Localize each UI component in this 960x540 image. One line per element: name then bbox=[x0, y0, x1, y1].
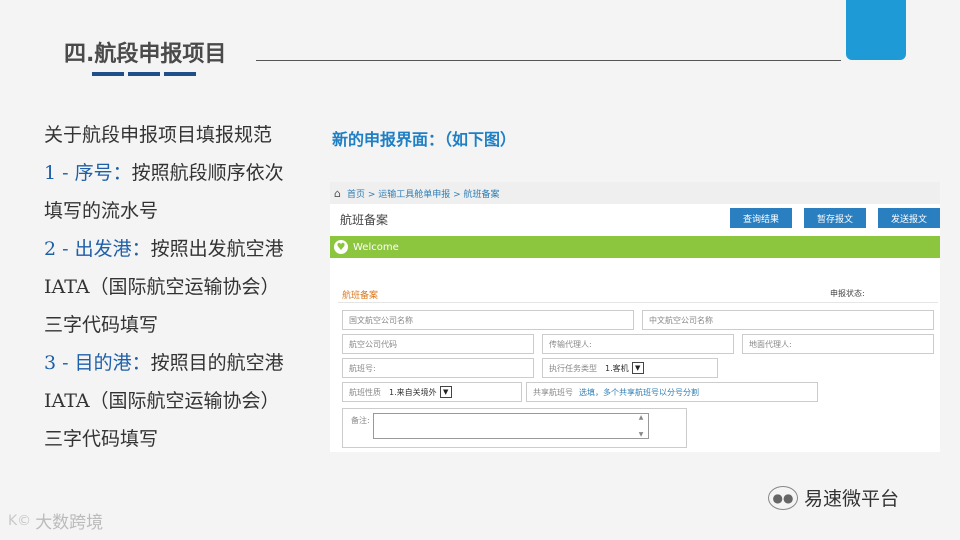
ground-agent-field[interactable]: 地面代理人: bbox=[742, 334, 934, 354]
breadcrumb-path[interactable]: 首页 > 运输工具舱单申报 > 航班备案 bbox=[347, 187, 500, 200]
embedded-screenshot: ⌂ 首页 > 运输工具舱单申报 > 航班备案 航班备案 查询结果 暂存报文 发送… bbox=[330, 182, 940, 452]
field-label: 执行任务类型 bbox=[549, 363, 597, 373]
chevron-down-icon[interactable]: ▼ bbox=[439, 386, 452, 398]
field-placeholder: 地面代理人: bbox=[749, 339, 792, 349]
save-button[interactable]: 暂存报文 bbox=[804, 208, 866, 228]
share-flight-field[interactable]: 共享航班号 选填，多个共享航班号以分号分割 bbox=[526, 382, 818, 402]
welcome-bar: ♥ Welcome bbox=[330, 236, 940, 258]
query-button[interactable]: 查询结果 bbox=[730, 208, 792, 228]
field-placeholder: 航空公司代码 bbox=[349, 339, 397, 349]
field-label: 共享航班号 bbox=[533, 387, 573, 397]
watermark-text: 大数跨境 bbox=[35, 513, 104, 533]
flight-number-field[interactable]: 航班号: bbox=[342, 358, 534, 378]
airline-code-field[interactable]: 航空公司代码 bbox=[342, 334, 534, 354]
corner-accent-tab bbox=[846, 0, 906, 60]
selected-value: 1.客机 bbox=[605, 363, 629, 373]
toolbar: 查询结果 暂存报文 发送报文 bbox=[730, 208, 940, 228]
field-placeholder: 中文航空公司名称 bbox=[649, 315, 713, 325]
form-section-title: 航班备案 bbox=[342, 291, 379, 301]
en-airline-field[interactable]: 国文航空公司名称 bbox=[342, 310, 634, 330]
flight-form: 航班备案 申报状态: 国文航空公司名称 中文航空公司名称 航空公司代码 传输代理… bbox=[330, 278, 940, 452]
title-divider bbox=[256, 60, 841, 61]
screenshot-caption: 新的申报界面：（如下图） bbox=[332, 130, 517, 149]
flight-nature-select[interactable]: 航班性质 1.来自关境外 ▼ bbox=[342, 382, 522, 402]
field-placeholder: 传输代理人: bbox=[549, 339, 592, 349]
chevron-down-icon[interactable]: ▼ bbox=[631, 362, 644, 374]
wechat-icon: ●● bbox=[768, 485, 798, 510]
heart-icon: ♥ bbox=[334, 240, 348, 254]
rule-item-1: 1 - 序号：按照航段顺序依次填写的流水号 bbox=[44, 154, 294, 230]
field-hint: 选填，多个共享航班号以分号分割 bbox=[579, 387, 699, 397]
scroll-up-icon[interactable]: ▲ bbox=[639, 414, 644, 421]
form-divider bbox=[338, 302, 938, 303]
scroll-down-icon[interactable]: ▼ bbox=[639, 431, 644, 438]
rule-item-label: 2 - 出发港： bbox=[44, 238, 151, 260]
slide-title: 四.航段申报项目 bbox=[64, 42, 227, 67]
page-title: 航班备案 bbox=[340, 212, 389, 227]
rule-item-3: 3 - 目的港：按照目的航空港IATA（国际航空运输协会）三字代码填写 bbox=[44, 344, 294, 458]
field-label: 航班性质 bbox=[349, 387, 381, 397]
wechat-account-name: 易速微平台 bbox=[804, 488, 900, 510]
welcome-text: Welcome bbox=[353, 241, 399, 253]
rules-text: 关于航段申报项目填报规范 1 - 序号：按照航段顺序依次填写的流水号 2 - 出… bbox=[44, 116, 294, 458]
watermark-logo: K© bbox=[8, 512, 32, 529]
field-placeholder: 国文航空公司名称 bbox=[349, 315, 413, 325]
remark-field: 备注: ▲ ▼ bbox=[342, 408, 687, 448]
remark-textarea[interactable]: ▲ ▼ bbox=[373, 413, 649, 439]
rule-item-label: 3 - 目的港： bbox=[44, 352, 151, 374]
field-placeholder: 航班号: bbox=[349, 363, 376, 373]
home-icon[interactable]: ⌂ bbox=[334, 187, 341, 200]
send-button[interactable]: 发送报文 bbox=[878, 208, 940, 228]
status-label: 申报状态: bbox=[830, 289, 865, 298]
wechat-branding: ●● 易速微平台 bbox=[768, 484, 899, 511]
selected-value: 1.来自关境外 bbox=[389, 387, 437, 397]
rule-item-label: 1 - 序号： bbox=[44, 162, 132, 184]
cn-airline-field[interactable]: 中文航空公司名称 bbox=[642, 310, 934, 330]
watermark: K© 大数跨境 bbox=[8, 508, 104, 534]
task-type-select[interactable]: 执行任务类型 1.客机 ▼ bbox=[542, 358, 718, 378]
title-underline-bars bbox=[92, 72, 196, 76]
rules-intro: 关于航段申报项目填报规范 bbox=[44, 124, 273, 146]
transport-agent-field[interactable]: 传输代理人: bbox=[542, 334, 734, 354]
scrollbar[interactable]: ▲ ▼ bbox=[636, 414, 646, 438]
page-header: 航班备案 查询结果 暂存报文 发送报文 bbox=[330, 204, 940, 234]
rule-item-2: 2 - 出发港：按照出发航空港IATA（国际航空运输协会）三字代码填写 bbox=[44, 230, 294, 344]
remark-label: 备注: bbox=[351, 416, 370, 425]
breadcrumb: ⌂ 首页 > 运输工具舱单申报 > 航班备案 bbox=[330, 182, 940, 204]
